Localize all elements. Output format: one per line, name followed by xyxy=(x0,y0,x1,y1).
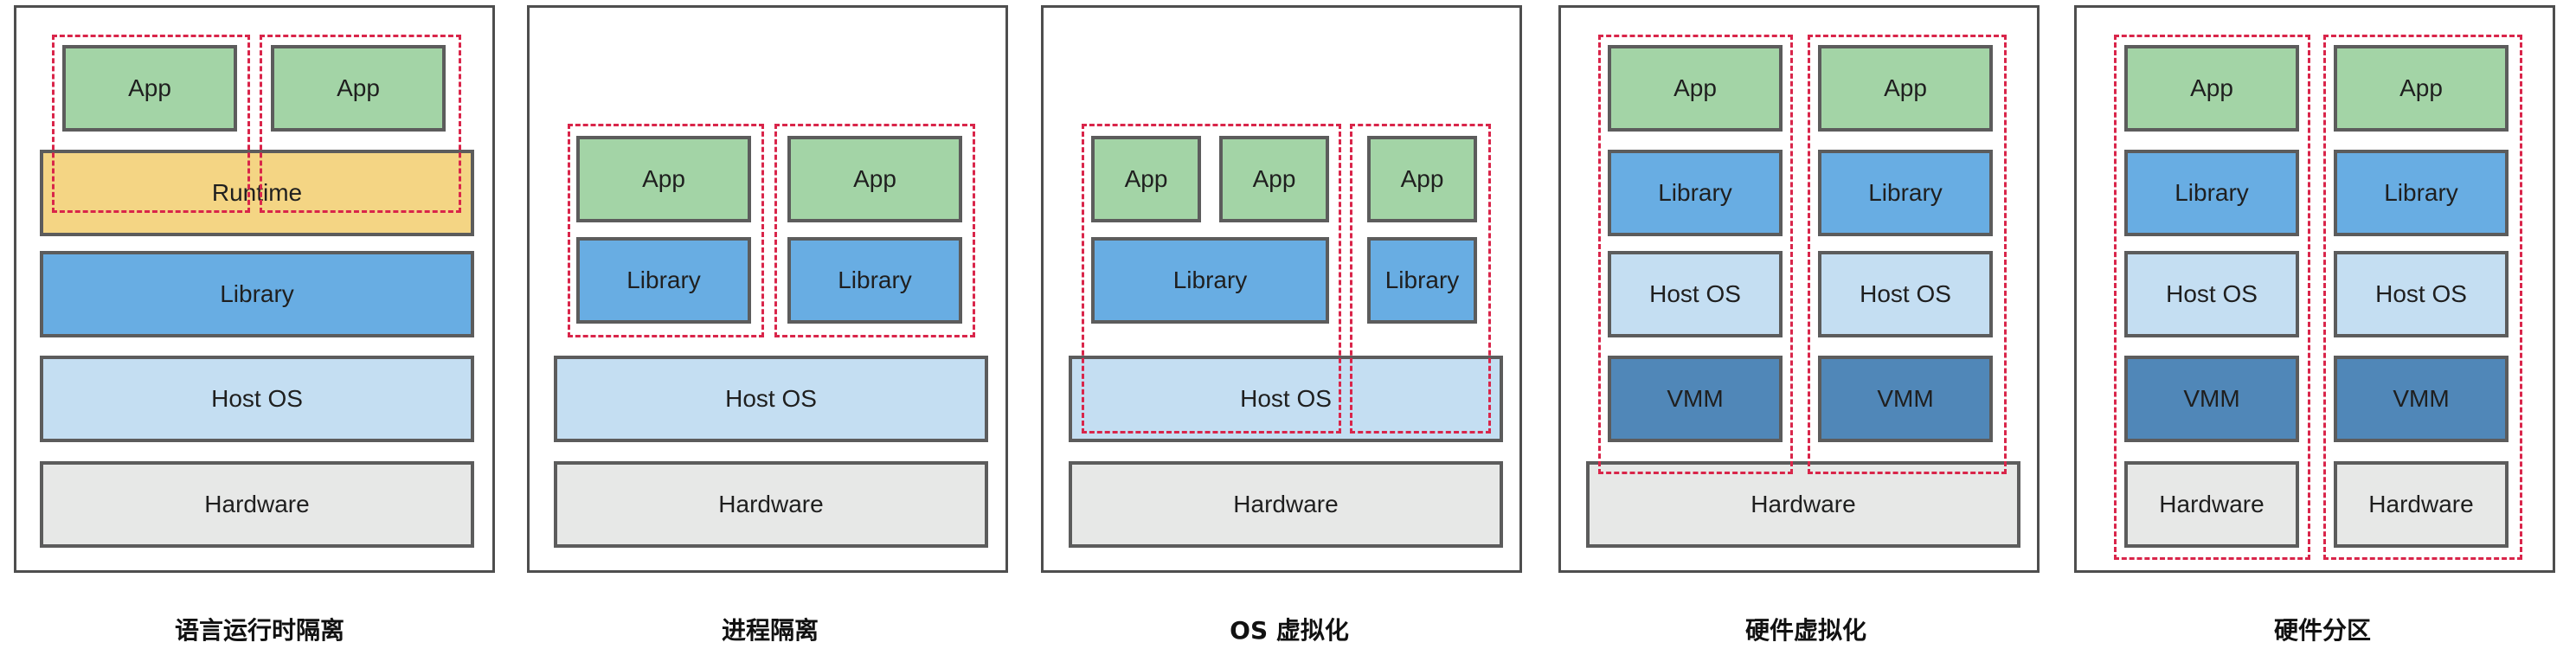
caption-language-runtime-isolation: 语言运行时隔离 xyxy=(174,616,344,645)
hardware-layer: Hardware xyxy=(1586,461,2020,548)
caption-hardware-virtualization: 硬件虚拟化 xyxy=(1744,616,1866,645)
isolation-boundary xyxy=(260,35,461,213)
isolation-boundary xyxy=(1082,124,1341,434)
isolation-boundary xyxy=(568,124,764,337)
caption-process-isolation: 进程隔离 xyxy=(721,616,819,645)
isolation-boundary xyxy=(1598,35,1793,474)
isolation-boundary xyxy=(1350,124,1491,434)
isolation-boundary xyxy=(52,35,250,213)
host-os-layer: Host OS xyxy=(40,356,474,442)
hardware-layer: Hardware xyxy=(554,461,988,548)
isolation-boundary xyxy=(774,124,975,337)
library-layer: Library xyxy=(40,251,474,337)
caption-os-virtualization: OS 虚拟化 xyxy=(1230,616,1349,645)
isolation-boundary xyxy=(2323,35,2522,560)
hardware-layer: Hardware xyxy=(1069,461,1503,548)
host-os-layer: Host OS xyxy=(554,356,988,442)
hardware-layer: Hardware xyxy=(40,461,474,548)
isolation-boundary xyxy=(2114,35,2310,560)
isolation-boundary xyxy=(1808,35,2007,474)
caption-hardware-partitioning: 硬件分区 xyxy=(2273,616,2371,645)
